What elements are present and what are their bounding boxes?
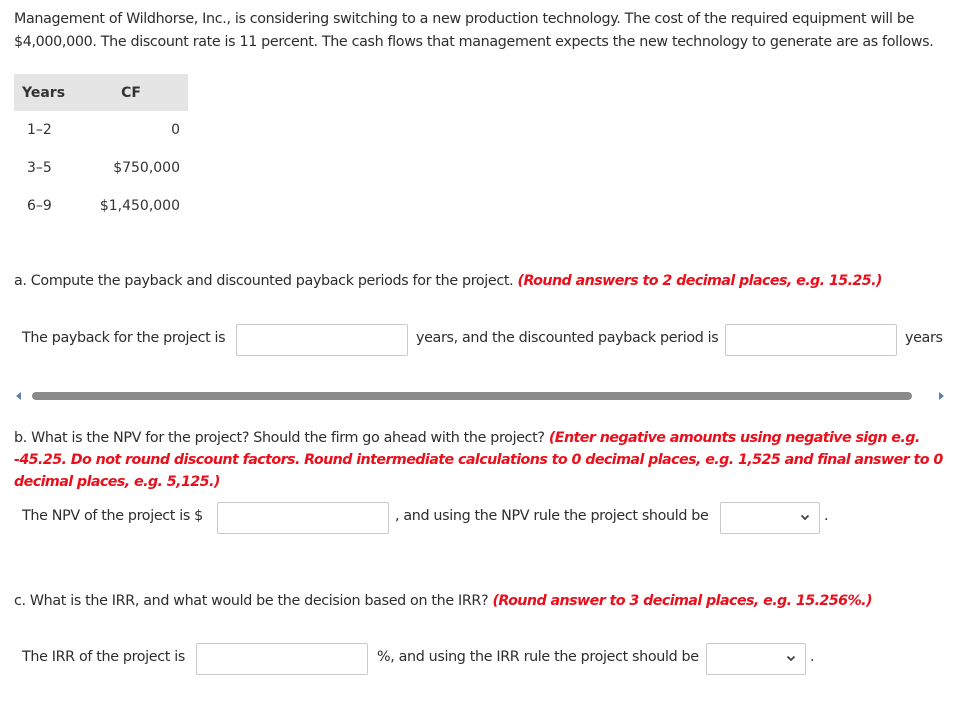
chevron-down-icon [800, 514, 810, 521]
part-c-hint: (Round answer to 3 decimal places, e.g. … [492, 593, 872, 609]
part-a-question-text: a. Compute the payback and discounted pa… [14, 273, 514, 289]
part-c-question: c. What is the IRR, and what would be th… [14, 590, 949, 612]
discounted-payback-label: years, and the discounted payback period… [416, 330, 719, 346]
cell-years: 3–5 [27, 160, 52, 176]
irr-label: The IRR of the project is [22, 649, 185, 665]
payback-input[interactable] [236, 324, 408, 356]
cell-years: 6–9 [27, 198, 52, 214]
part-a-hint: (Round answers to 2 decimal places, e.g.… [517, 273, 883, 289]
irr-period: . [810, 649, 815, 665]
cash-flow-table: Years CF 1–2 0 3–5 $750,000 6–9 $1,450,0… [14, 74, 188, 225]
column-header-years: Years [14, 74, 80, 111]
cell-cf: $1,450,000 [99, 198, 180, 214]
part-b-question: b. What is the NPV for the project? Shou… [14, 427, 949, 493]
payback-label: The payback for the project is [22, 330, 226, 346]
cell-cf: $750,000 [113, 160, 180, 176]
part-b-question-text: b. What is the NPV for the project? Shou… [14, 430, 545, 446]
column-header-cf: CF [80, 74, 188, 111]
scroll-right-arrow-icon[interactable] [939, 392, 944, 400]
horizontal-scrollbar[interactable] [14, 388, 944, 404]
table-row: 6–9 $1,450,000 [14, 187, 188, 225]
npv-period: . [824, 508, 829, 524]
scrollbar-thumb[interactable] [32, 392, 912, 400]
problem-intro: Management of Wildhorse, Inc., is consid… [14, 11, 934, 50]
npv-input[interactable] [217, 502, 389, 534]
npv-rule-label: , and using the NPV rule the project sho… [395, 508, 709, 524]
chevron-down-icon [786, 655, 796, 662]
cell-cf: 0 [171, 122, 180, 138]
scroll-left-arrow-icon[interactable] [16, 392, 21, 400]
table-row: 3–5 $750,000 [14, 149, 188, 187]
part-a-question: a. Compute the payback and discounted pa… [14, 270, 949, 292]
years-unit-label: years [905, 330, 943, 346]
irr-input[interactable] [196, 643, 368, 675]
npv-label: The NPV of the project is $ [22, 508, 203, 524]
part-c-question-text: c. What is the IRR, and what would be th… [14, 593, 489, 609]
discounted-payback-input[interactable] [725, 324, 897, 356]
irr-decision-select[interactable] [706, 643, 806, 675]
cell-years: 1–2 [27, 122, 52, 138]
table-row: 1–2 0 [14, 111, 188, 149]
table-header-row: Years CF [14, 74, 188, 111]
npv-decision-select[interactable] [720, 502, 820, 534]
irr-rule-label: %, and using the IRR rule the project sh… [377, 649, 699, 665]
